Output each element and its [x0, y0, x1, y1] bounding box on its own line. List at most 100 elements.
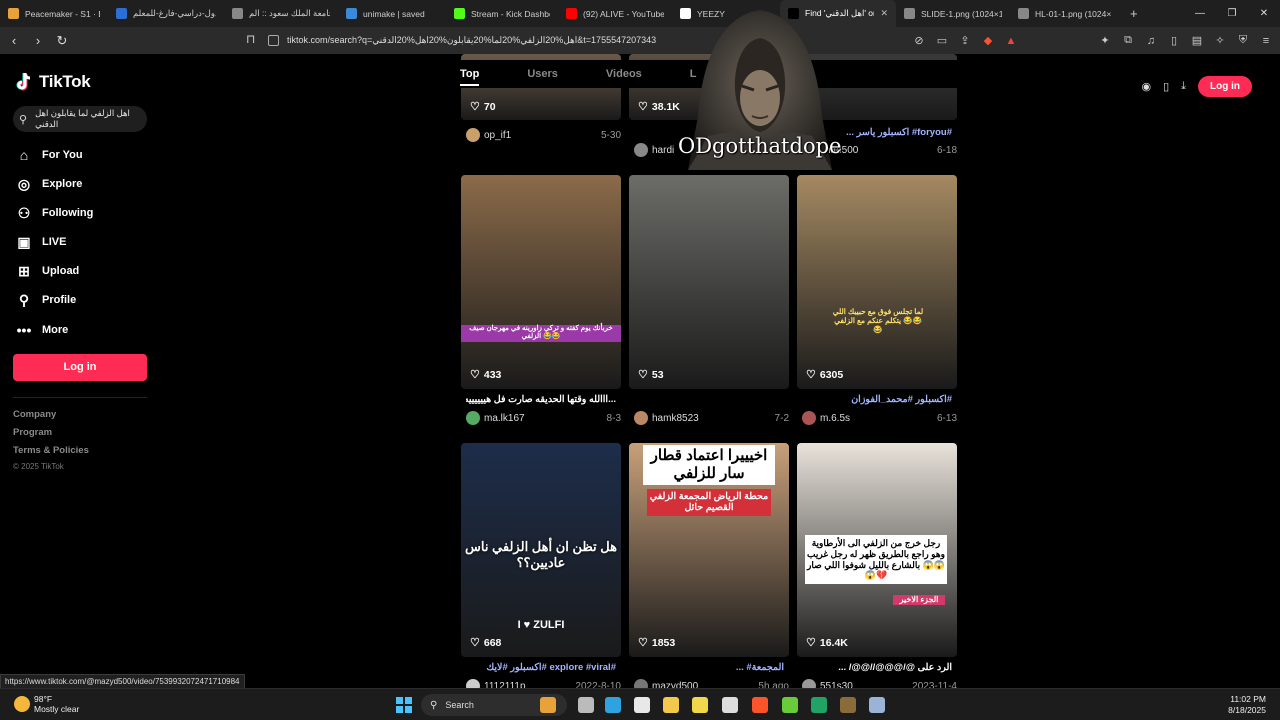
like-count: ♡ 16.4K: [806, 636, 848, 650]
sidebar-item-more[interactable]: ••• More: [15, 319, 69, 341]
screenshot-icon[interactable]: ⧉: [1122, 34, 1134, 47]
tab-videos[interactable]: Videos: [606, 68, 642, 80]
video-thumbnail[interactable]: اخيييرا اعتماد قطار سار للزلفي محطة الريا…: [629, 443, 789, 657]
part-label: الجزء الاخير: [893, 595, 945, 605]
download-icon[interactable]: ⤓: [1181, 80, 1186, 93]
tab-top[interactable]: Top: [460, 68, 480, 86]
sidebar-item-live[interactable]: ▣ LIVE: [15, 231, 66, 253]
menu-icon[interactable]: ≡: [1260, 35, 1272, 47]
widgets-icon[interactable]: [540, 697, 556, 713]
video-thumbnail[interactable]: لما تجلس فوق مع حبيبك اللي يتكلم عنكم مع…: [797, 175, 957, 389]
minimize-icon[interactable]: —: [1184, 0, 1216, 27]
reload-icon[interactable]: ↻: [52, 33, 72, 49]
brave-shield-icon[interactable]: ◆: [982, 34, 994, 47]
sidebar-item-for-you[interactable]: ⌂ For You: [15, 144, 83, 166]
video-thumbnail[interactable]: [629, 175, 789, 389]
store-icon[interactable]: [634, 697, 650, 713]
tiktok-logo[interactable]: TikTok: [16, 72, 91, 92]
app-green-icon[interactable]: [782, 697, 798, 713]
sidebar-item-explore[interactable]: ◎ Explore: [15, 173, 82, 195]
weather-widget[interactable]: 98°F Mostly clear: [14, 694, 79, 714]
video-caption[interactable]: الرد على @/@@@//@@/ ...: [802, 662, 952, 673]
footer-company[interactable]: Company: [13, 409, 56, 420]
video-author[interactable]: ma.lk167 8-3: [466, 411, 626, 425]
cast-icon[interactable]: ▭: [936, 34, 948, 47]
new-tab-button[interactable]: +: [1130, 6, 1138, 21]
mobile-icon[interactable]: ▯: [1163, 80, 1169, 93]
sticky-notes-icon[interactable]: [692, 697, 708, 713]
browser-tab[interactable]: جدول-دراسي-فارغ-للمعلم: [108, 0, 224, 27]
edge-icon[interactable]: [605, 697, 621, 713]
video-caption[interactable]: ...ااالله وقتها الحديقه صارت فل هييييييه: [466, 394, 616, 405]
excel-icon[interactable]: [811, 697, 827, 713]
video-author[interactable]: m.6.5s 6-13: [802, 411, 962, 425]
no-track-icon[interactable]: ⊘: [913, 34, 925, 47]
video-caption[interactable]: المجمعة# ...: [634, 662, 784, 673]
search-input[interactable]: ⚲ اهل الزلفي لما يقابلون اهل الدقني: [13, 106, 147, 132]
like-count: ♡ 6305: [806, 368, 843, 382]
task-view-icon[interactable]: [578, 697, 594, 713]
close-tab-icon[interactable]: ✕: [880, 8, 888, 19]
heart-icon: ♡: [806, 369, 816, 381]
like-count: ♡ 53: [638, 368, 664, 382]
sidebar-item-profile[interactable]: ⚲ Profile: [15, 289, 76, 311]
tab-users[interactable]: Users: [527, 68, 558, 80]
forward-icon[interactable]: ›: [28, 33, 48, 48]
live-icon: ▣: [17, 233, 31, 250]
browser-tab[interactable]: (92) ALIVE - YouTube: [558, 0, 672, 27]
avatar[interactable]: [634, 411, 648, 425]
sidebar-login-button[interactable]: Log in: [13, 354, 147, 381]
settings-icon[interactable]: [869, 697, 885, 713]
avatar[interactable]: [802, 411, 816, 425]
browser-tab[interactable]: Peacemaker - S1 · E1: [0, 0, 108, 27]
avatar[interactable]: [634, 143, 648, 157]
brave-icon[interactable]: [752, 697, 768, 713]
system-clock[interactable]: 11:02 PM 8/18/2025: [1228, 694, 1266, 716]
avatar[interactable]: [466, 411, 480, 425]
minecraft-icon[interactable]: [840, 697, 856, 713]
home-icon: ⌂: [19, 147, 29, 163]
avatar[interactable]: [466, 128, 480, 142]
vpn-icon[interactable]: ⛨: [1237, 34, 1249, 47]
share-icon[interactable]: ⇪: [959, 34, 971, 47]
video-author[interactable]: op_if1 5-30: [466, 128, 626, 142]
footer-program[interactable]: Program: [13, 427, 52, 438]
brave-rewards-icon[interactable]: ▲: [1005, 35, 1017, 47]
divider: [13, 397, 147, 398]
footer-terms[interactable]: Terms & Policies: [13, 445, 89, 456]
maximize-icon[interactable]: ❐: [1216, 0, 1248, 27]
sidebar-item-following[interactable]: ⚇ Following: [15, 202, 94, 224]
obs-icon[interactable]: [722, 697, 738, 713]
browser-tab[interactable]: Stream - Kick Dashboa: [446, 0, 558, 27]
header-login-button[interactable]: Log in: [1198, 76, 1252, 97]
media-icon[interactable]: ♫: [1145, 35, 1157, 47]
browser-tab[interactable]: SLIDE-1.png (1024×1024): [896, 0, 1010, 27]
site-info-icon[interactable]: [268, 35, 279, 46]
coins-icon[interactable]: ◉: [1141, 80, 1151, 93]
windows-start-icon[interactable]: [396, 697, 412, 713]
tiktok-note-icon: [16, 72, 34, 92]
browser-tab[interactable]: جامعة الملك سعود :: الم: [224, 0, 338, 27]
close-window-icon[interactable]: ✕: [1248, 0, 1280, 27]
sidebar-icon[interactable]: ▯: [1168, 34, 1180, 47]
browser-tab[interactable]: unimake | saved: [338, 0, 446, 27]
wallet-icon[interactable]: ▤: [1191, 34, 1203, 47]
video-thumbnail[interactable]: هل تظن ان أهل الزلفي ناس عاديين؟؟ I ♥ ZUL…: [461, 443, 621, 657]
video-caption[interactable]: #اكسبلور #محمد_الفوزان: [802, 394, 952, 405]
file-explorer-icon[interactable]: [663, 697, 679, 713]
back-icon[interactable]: ‹: [4, 33, 24, 48]
video-author[interactable]: hamk8523 7-2: [634, 411, 794, 425]
video-caption[interactable]: #explore #viral #اكسبلور #لايك: [466, 662, 616, 673]
browser-tab-strip: Peacemaker - S1 · E1 جدول-دراسي-فارغ-للمع…: [0, 0, 1280, 27]
bookmark-icon[interactable]: ⊓: [246, 32, 255, 46]
leo-icon[interactable]: ✧: [1214, 34, 1226, 47]
clock-date: 8/18/2025: [1228, 705, 1266, 715]
clock-time: 11:02 PM: [1230, 694, 1266, 704]
video-thumbnail[interactable]: خربأنك يوم كفته و تركي زاورينه في مهرجان…: [461, 175, 621, 389]
address-bar[interactable]: ⊓ tiktok.com/search?q=اهل%20الزلفي%20لما…: [246, 31, 988, 50]
video-thumbnail[interactable]: رجل خرج من الزلفي الى الأرطاوية وهو راجع…: [797, 443, 957, 657]
heart-icon: ♡: [638, 637, 648, 649]
browser-tab[interactable]: HL-01-1.png (1024×1024): [1010, 0, 1120, 27]
extensions-icon[interactable]: ✦: [1099, 34, 1111, 47]
sidebar-item-upload[interactable]: ⊞ Upload: [15, 260, 79, 282]
